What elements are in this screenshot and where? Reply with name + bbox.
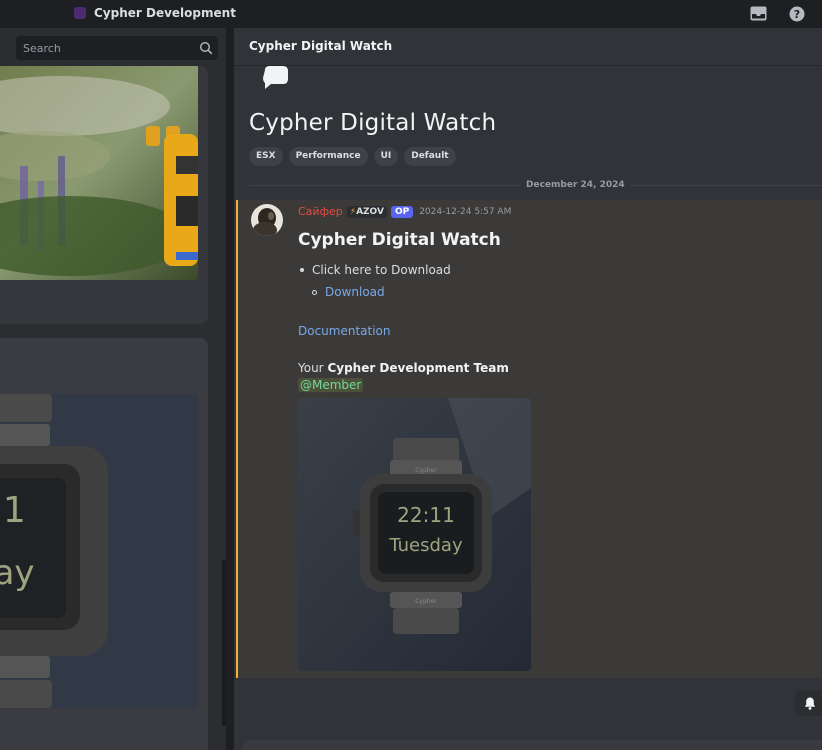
svg-text:Cypher: Cypher <box>415 598 437 605</box>
tag-list: ESX Performance UI Default <box>249 147 456 166</box>
watch-time-partial: 11 <box>0 490 26 531</box>
scrollbar-thumb[interactable] <box>222 560 226 726</box>
bell-icon <box>804 697 816 710</box>
search-box <box>16 36 218 60</box>
list-item: Download <box>312 285 385 299</box>
watch-image-attachment[interactable]: Cypher 22:11 Tuesday Cypher <box>298 398 531 671</box>
notification-bell-button[interactable] <box>795 690 822 716</box>
watch-day-partial: day <box>0 553 35 593</box>
team-signature: Your Cypher Development Team <box>298 361 509 375</box>
watch-brand-label: Cypher <box>415 467 437 474</box>
svg-text:?: ? <box>793 8 799 21</box>
author-name[interactable]: Сайфер <box>298 205 343 218</box>
post-thumbnail: 11 day <box>0 394 198 708</box>
bullet-icon <box>300 268 304 272</box>
message-heading: Cypher Digital Watch <box>298 230 501 250</box>
watch-time: 22:11 <box>397 503 455 527</box>
thread-header-title: Cypher Digital Watch <box>249 39 393 53</box>
download-link[interactable]: Download <box>325 285 385 299</box>
search-icon[interactable] <box>199 41 213 55</box>
list-item: Click here to Download <box>298 263 451 277</box>
help-icon[interactable]: ? <box>788 5 805 22</box>
tag[interactable]: ESX <box>249 147 283 166</box>
title-bar: Cypher Development ? <box>0 0 822 28</box>
message-header: Сайфер ⚡AZOV OP 2024-12-24 5:57 AM <box>298 205 511 218</box>
message: Сайфер ⚡AZOV OP 2024-12-24 5:57 AM Cyphe… <box>236 200 822 678</box>
inbox-icon[interactable] <box>750 5 767 22</box>
post-thumbnail <box>0 66 198 280</box>
op-badge: OP <box>390 205 414 218</box>
chat-bubble-icon <box>263 66 288 89</box>
member-mention[interactable]: @Member <box>298 378 364 392</box>
avatar[interactable] <box>251 204 283 236</box>
tag[interactable]: UI <box>373 147 399 166</box>
tag[interactable]: Default <box>404 147 456 166</box>
date-divider-label: December 24, 2024 <box>520 180 631 190</box>
forum-post-list: 11 day <box>0 28 226 750</box>
watch-day: Tuesday <box>388 535 463 556</box>
timestamp: 2024-12-24 5:57 AM <box>419 206 512 217</box>
bullet-ring-icon <box>312 289 317 295</box>
search-input[interactable] <box>16 36 218 60</box>
thread-panel: Cypher Digital Watch Cypher Digital Watc… <box>234 28 822 750</box>
documentation-link[interactable]: Documentation <box>298 324 391 338</box>
tag[interactable]: Performance <box>288 147 368 166</box>
server-title: Cypher Development <box>94 6 236 20</box>
role-tag: ⚡AZOV <box>346 205 387 218</box>
forum-post-card[interactable] <box>0 66 208 324</box>
server-icon <box>74 7 86 19</box>
post-title: Cypher Digital Watch <box>249 110 497 136</box>
thread-header: Cypher Digital Watch <box>234 28 822 66</box>
forum-post-card[interactable]: 11 day <box>0 338 208 750</box>
message-composer[interactable] <box>242 740 822 750</box>
